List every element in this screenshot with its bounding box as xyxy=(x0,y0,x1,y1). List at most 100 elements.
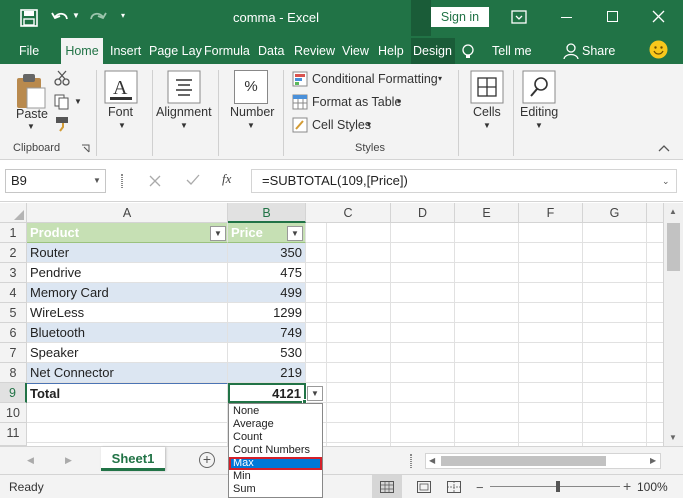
row-header-2[interactable]: 2 xyxy=(0,243,27,263)
vertical-scroll-thumb[interactable] xyxy=(667,223,680,271)
column-header-e[interactable]: E xyxy=(455,203,519,223)
tab-review[interactable]: Review xyxy=(294,38,335,64)
table-cell-price[interactable]: 350 xyxy=(228,243,306,263)
number-dropdown-icon[interactable]: ▼ xyxy=(247,121,255,130)
tab-split-handle[interactable] xyxy=(410,454,412,468)
vertical-scrollbar[interactable]: ▲ ▼ xyxy=(663,203,683,446)
row-header-6[interactable]: 6 xyxy=(0,323,27,343)
normal-view-button[interactable] xyxy=(372,475,402,498)
list-item-min[interactable]: Min xyxy=(229,470,322,483)
column-header-a[interactable]: A xyxy=(27,203,228,223)
paste-label[interactable]: Paste xyxy=(16,107,48,121)
scroll-down-icon[interactable]: ▼ xyxy=(669,433,677,442)
row-header-8[interactable]: 8 xyxy=(0,363,27,383)
percent-icon[interactable]: % xyxy=(234,70,268,104)
zoom-in-button[interactable]: + xyxy=(623,478,631,494)
paste-dropdown-icon[interactable]: ▼ xyxy=(27,122,35,131)
feedback-smiley-icon[interactable] xyxy=(649,40,668,59)
search-icon[interactable] xyxy=(522,70,556,104)
worksheet-grid[interactable]: A B C D E F G 1 2 3 4 5 6 7 8 9 10 11 Pr… xyxy=(0,203,683,446)
minimize-icon[interactable] xyxy=(561,17,572,18)
horizontal-scrollbar[interactable]: ◀ ▶ xyxy=(425,453,661,469)
row-header-10[interactable]: 10 xyxy=(0,403,27,423)
close-icon[interactable] xyxy=(652,10,665,23)
empty-cells-area[interactable] xyxy=(306,223,663,446)
number-label[interactable]: Number xyxy=(230,105,274,119)
cell-styles-label[interactable]: Cell Styles xyxy=(312,118,371,132)
undo-icon[interactable] xyxy=(50,9,70,27)
tab-page-layout[interactable]: Page Lay xyxy=(149,38,202,64)
list-item-sum[interactable]: Sum xyxy=(229,483,322,496)
redo-icon[interactable] xyxy=(88,9,108,27)
collapse-ribbon-icon[interactable] xyxy=(658,144,670,152)
filter-dropdown-price-icon[interactable]: ▼ xyxy=(287,226,303,241)
scroll-right-icon[interactable]: ▶ xyxy=(650,456,656,465)
next-sheet-icon[interactable]: ▶ xyxy=(65,455,72,466)
table-row[interactable]: Memory Card xyxy=(27,283,228,303)
share-person-icon[interactable] xyxy=(563,43,579,59)
cut-icon[interactable] xyxy=(54,70,70,86)
row-header-9[interactable]: 9 xyxy=(0,383,27,403)
sheet-tab-sheet1[interactable]: Sheet1 xyxy=(101,447,165,471)
conditional-formatting-label[interactable]: Conditional Formatting xyxy=(312,72,438,86)
column-header-d[interactable]: D xyxy=(391,203,455,223)
row-header-4[interactable]: 4 xyxy=(0,283,27,303)
format-as-table-icon[interactable] xyxy=(292,94,308,110)
filter-dropdown-product-icon[interactable]: ▼ xyxy=(210,226,226,241)
enter-check-icon[interactable] xyxy=(186,174,200,186)
prev-sheet-icon[interactable]: ◀ xyxy=(27,455,34,466)
lightbulb-icon[interactable] xyxy=(461,44,475,60)
row-header-5[interactable]: 5 xyxy=(0,303,27,323)
ribbon-display-options-icon[interactable] xyxy=(511,10,527,24)
cell-styles-dropdown-icon[interactable]: ▾ xyxy=(367,120,371,129)
maximize-icon[interactable] xyxy=(607,11,618,22)
share-button[interactable]: Share xyxy=(582,38,615,64)
alignment-icon[interactable] xyxy=(167,70,201,104)
list-item-max[interactable]: Max xyxy=(229,457,322,470)
tab-view[interactable]: View xyxy=(342,38,369,64)
page-layout-view-icon[interactable] xyxy=(417,481,431,493)
cells-dropdown-icon[interactable]: ▼ xyxy=(483,121,491,130)
column-header-g[interactable]: G xyxy=(583,203,647,223)
undo-dropdown-icon[interactable]: ▼ xyxy=(72,11,80,20)
tab-data[interactable]: Data xyxy=(258,38,284,64)
list-item-none[interactable]: None xyxy=(229,405,322,418)
save-icon[interactable] xyxy=(20,9,38,27)
table-cell-price[interactable]: 749 xyxy=(228,323,306,343)
conditional-formatting-icon[interactable] xyxy=(292,71,308,87)
zoom-slider-track[interactable] xyxy=(490,486,620,487)
table-row[interactable]: Speaker xyxy=(27,343,228,363)
tab-file[interactable]: File xyxy=(19,38,39,64)
cancel-icon[interactable] xyxy=(149,175,161,187)
total-cell-selected[interactable]: 4121 xyxy=(228,383,306,403)
column-header-c[interactable]: C xyxy=(306,203,391,223)
cell-styles-icon[interactable] xyxy=(292,117,308,133)
tab-home[interactable]: Home xyxy=(61,38,103,64)
format-as-table-dropdown-icon[interactable]: ▾ xyxy=(397,97,401,106)
zoom-out-button[interactable]: − xyxy=(476,480,484,495)
cells-label[interactable]: Cells xyxy=(473,105,501,119)
scroll-left-icon[interactable]: ◀ xyxy=(429,456,435,465)
font-icon[interactable]: A xyxy=(104,70,138,104)
name-box-dropdown-icon[interactable]: ▼ xyxy=(93,176,101,185)
tab-design[interactable]: Design xyxy=(411,38,455,64)
cells-icon[interactable] xyxy=(470,70,504,104)
formula-input[interactable]: =SUBTOTAL(109,[Price]) xyxy=(251,169,677,193)
resize-handle[interactable] xyxy=(121,174,123,188)
sign-in-button[interactable]: Sign in xyxy=(431,7,489,27)
table-row[interactable]: Net Connector xyxy=(27,363,228,383)
column-header-h-partial[interactable] xyxy=(647,203,663,223)
row-header-1[interactable]: 1 xyxy=(0,223,27,243)
tab-help[interactable]: Help xyxy=(378,38,404,64)
table-row[interactable]: Bluetooth xyxy=(27,323,228,343)
total-function-list[interactable]: None Average Count Count Numbers Max Min… xyxy=(228,403,323,498)
tab-formulas[interactable]: Formula xyxy=(204,38,250,64)
name-box[interactable]: B9 xyxy=(5,169,106,193)
customize-toolbar-icon[interactable]: ▾ xyxy=(121,11,125,20)
table-cell-price[interactable]: 1299 xyxy=(228,303,306,323)
table-cell-price[interactable]: 475 xyxy=(228,263,306,283)
copy-dropdown-icon[interactable]: ▼ xyxy=(74,97,82,106)
format-painter-icon[interactable] xyxy=(54,116,72,132)
table-cell-price[interactable]: 530 xyxy=(228,343,306,363)
page-break-view-icon[interactable] xyxy=(447,481,461,493)
